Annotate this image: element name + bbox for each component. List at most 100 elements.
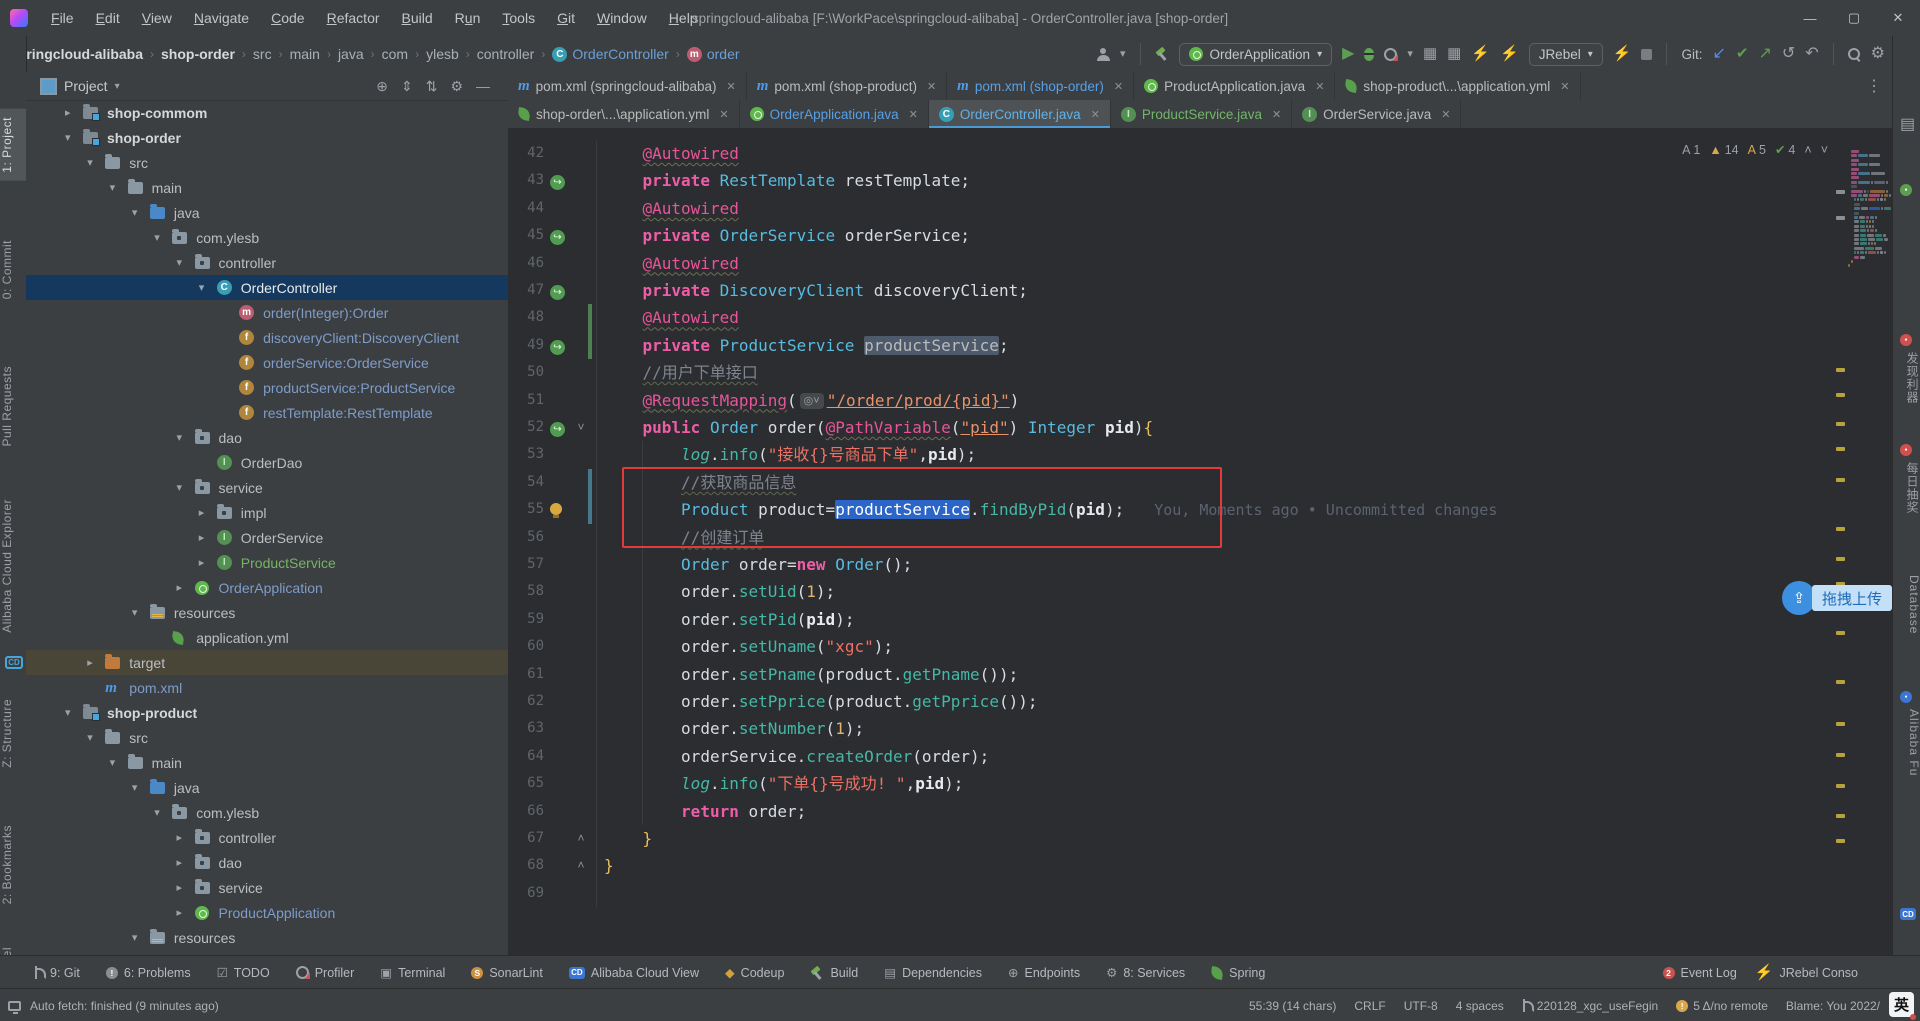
error-stripe-mark[interactable]: [1836, 368, 1845, 372]
tree-chevron-icon[interactable]: ▾: [110, 756, 116, 769]
menu-item-git[interactable]: Git: [548, 6, 584, 30]
editor-tab[interactable]: OrderApplication.java ✕: [740, 100, 929, 128]
tree-item[interactable]: ▸ ProductApplication: [26, 900, 508, 925]
tree-chevron-icon[interactable]: ▾: [87, 731, 93, 744]
spring-bean-gutter-icon[interactable]: ↪: [550, 337, 570, 355]
tool-stripe-item-pull-requests[interactable]: Pull Requests: [0, 358, 26, 455]
editor-tab[interactable]: shop-order\...\application.yml ✕: [508, 100, 740, 128]
toolwindow-button-terminal[interactable]: ▣ Terminal: [380, 965, 445, 981]
project-view-selector[interactable]: Project ▾: [40, 77, 120, 95]
history-icon[interactable]: ↺: [1782, 46, 1795, 62]
toolwindow-button-sonarlint[interactable]: S SonarLint: [471, 966, 543, 980]
tree-item[interactable]: ▾ resources: [26, 600, 508, 625]
tool-stripe-item[interactable]: 每日抽奖: [1893, 462, 1920, 514]
tree-chevron-icon[interactable]: ▾: [132, 781, 138, 794]
tree-item[interactable]: f restTemplate:RestTemplate: [26, 400, 508, 425]
menu-item-code[interactable]: Code: [262, 6, 313, 30]
inspections-widget[interactable]: A 1 ▲ 14 A 5 ✔ 4 ˄ ˅: [1682, 142, 1828, 158]
menu-item-view[interactable]: View: [133, 6, 181, 30]
fold-marker-icon[interactable]: ˄: [574, 825, 588, 853]
breadcrumb-item[interactable]: m order: [686, 46, 740, 62]
breadcrumb-item[interactable]: controller: [477, 46, 535, 62]
tree-chevron-icon[interactable]: ▸: [199, 556, 205, 569]
jrebel-select[interactable]: JRebel ▾: [1528, 42, 1603, 66]
profiler-icon[interactable]: [1384, 47, 1399, 61]
tab-more-icon[interactable]: ⋮: [1866, 76, 1882, 96]
tree-chevron-icon[interactable]: ▾: [132, 931, 138, 944]
tree-chevron-icon[interactable]: ▾: [177, 256, 183, 269]
jrebel-disabled-icon[interactable]: ⚡: [1613, 46, 1632, 62]
menu-item-tools[interactable]: Tools: [493, 6, 544, 30]
tree-item[interactable]: ▾ main: [26, 750, 508, 775]
tree-item[interactable]: ▸ impl: [26, 500, 508, 525]
error-stripe-mark[interactable]: [1836, 447, 1845, 451]
collapse-all-icon[interactable]: ⇅: [426, 78, 438, 95]
user-icon[interactable]: [1096, 47, 1110, 61]
breadcrumb-item[interactable]: src: [253, 46, 272, 62]
git-push-icon[interactable]: ↗: [1758, 46, 1771, 62]
tab-close-icon[interactable]: ✕: [1560, 80, 1569, 93]
tree-item[interactable]: ▾ shop-product: [26, 700, 508, 725]
tree-item[interactable]: ▾ src: [26, 725, 508, 750]
build-hammer-icon[interactable]: [1155, 47, 1169, 61]
tree-chevron-icon[interactable]: ▸: [87, 656, 93, 669]
menu-item-edit[interactable]: Edit: [87, 6, 129, 30]
tab-close-icon[interactable]: ✕: [1114, 80, 1123, 93]
status-widget[interactable]: 55:39 (14 chars): [1249, 999, 1336, 1013]
status-widget[interactable]: CRLF: [1354, 999, 1385, 1013]
spring-bean-gutter-icon[interactable]: ↪: [550, 227, 570, 246]
rollback-icon[interactable]: ↶: [1805, 46, 1818, 62]
tree-chevron-icon[interactable]: ▸: [199, 531, 205, 544]
stripe-badge-icon[interactable]: ●: [1900, 691, 1912, 703]
tree-chevron-icon[interactable]: ▸: [177, 856, 183, 869]
tool-stripe-item-alibaba-cloud-explorer[interactable]: Alibaba Cloud Explorer: [0, 491, 26, 641]
error-stripe-mark[interactable]: [1836, 814, 1845, 818]
error-stripe-mark[interactable]: [1836, 527, 1845, 531]
code-editor[interactable]: 42 @Autowired 43 ↪ private RestTemplate rest…: [508, 128, 1892, 955]
tree-chevron-icon[interactable]: ▾: [132, 606, 138, 619]
status-widget[interactable]: 4 spaces: [1456, 999, 1504, 1013]
menu-item-refactor[interactable]: Refactor: [318, 6, 389, 30]
toolwindow-button-8--services[interactable]: ⚙ 8: Services: [1106, 965, 1185, 981]
tree-item[interactable]: f productService:ProductService: [26, 375, 508, 400]
tree-item[interactable]: ▾ com.ylesb: [26, 225, 508, 250]
tree-item[interactable]: I OrderDao: [26, 450, 508, 475]
editor-tab[interactable]: I OrderService.java ✕: [1292, 100, 1462, 128]
spring-bean-gutter-icon[interactable]: ↪: [550, 419, 570, 437]
editor-tab[interactable]: m pom.xml (springcloud-alibaba) ✕: [508, 72, 747, 100]
status-widget[interactable]: 220128_xgc_useFegin: [1522, 999, 1658, 1013]
settings-gear-icon[interactable]: ⚙: [1871, 46, 1885, 62]
tree-chevron-icon[interactable]: ▾: [154, 806, 160, 819]
breadcrumb-item[interactable]: com: [382, 46, 408, 62]
tool-stripe-item----bookmarks[interactable]: 2: Bookmarks: [0, 817, 26, 912]
tree-item[interactable]: application.yml: [26, 625, 508, 650]
tab-close-icon[interactable]: ✕: [1272, 108, 1281, 121]
tree-chevron-icon[interactable]: ▾: [132, 206, 138, 219]
breadcrumb-item[interactable]: ylesb: [426, 46, 459, 62]
toolwindow-switcher-icon[interactable]: [8, 1000, 21, 1014]
tree-item[interactable]: ▾ C OrderController: [26, 275, 508, 300]
menu-item-run[interactable]: Run: [446, 6, 490, 30]
locate-file-icon[interactable]: ⊕: [376, 78, 388, 95]
tree-item[interactable]: f discoveryClient:DiscoveryClient: [26, 325, 508, 350]
tree-chevron-icon[interactable]: ▾: [65, 131, 71, 144]
tab-close-icon[interactable]: ✕: [1315, 80, 1324, 93]
chevron-down-icon[interactable]: ▾: [1120, 46, 1126, 62]
tab-close-icon[interactable]: ✕: [927, 80, 936, 93]
tab-close-icon[interactable]: ✕: [719, 108, 728, 121]
tree-item[interactable]: ▸ dao: [26, 850, 508, 875]
tree-item[interactable]: ▸ controller: [26, 825, 508, 850]
error-stripe-mark[interactable]: [1836, 393, 1845, 397]
tree-chevron-icon[interactable]: ▾: [87, 156, 93, 169]
toolwindow-button-event-log[interactable]: 2 Event Log: [1662, 966, 1737, 980]
panel-icon[interactable]: ▤: [1900, 114, 1915, 134]
tree-item[interactable]: m order(Integer):Order: [26, 300, 508, 325]
tree-item[interactable]: ▸ service: [26, 875, 508, 900]
intention-bulb-icon[interactable]: [550, 501, 570, 519]
chevron-down-icon[interactable]: ▾: [1407, 46, 1413, 62]
toolwindow-button-build[interactable]: Build: [810, 966, 858, 980]
tree-item[interactable]: ▾ main: [26, 175, 508, 200]
tree-chevron-icon[interactable]: ▸: [177, 831, 183, 844]
error-stripe-mark[interactable]: [1836, 216, 1845, 220]
settings-gear-icon[interactable]: ⚙: [450, 78, 463, 95]
